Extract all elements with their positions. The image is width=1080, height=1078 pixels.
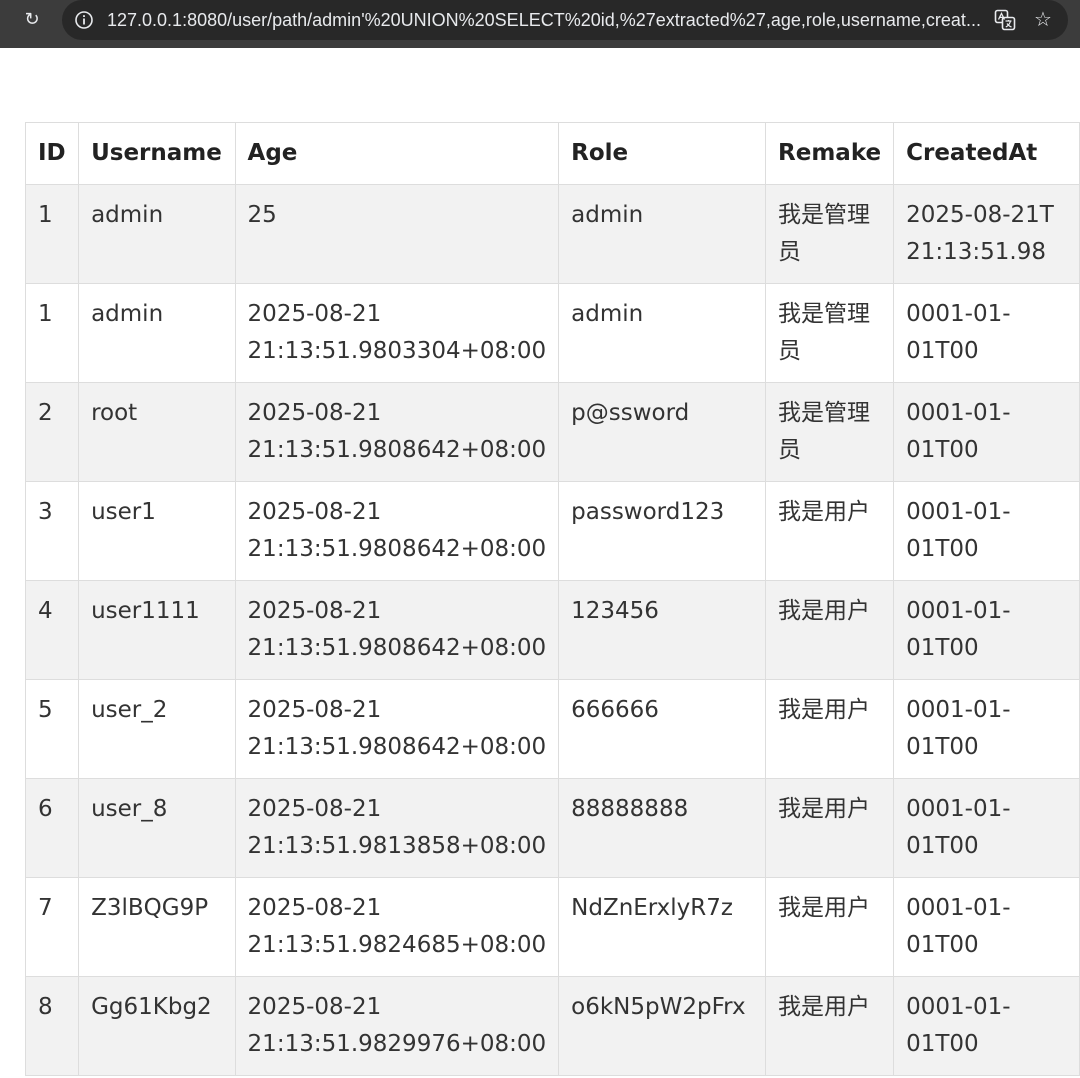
cell-username: admin — [78, 283, 236, 383]
cell-role: password123 — [558, 481, 767, 581]
cell-id: 1 — [24, 283, 80, 383]
column-header-remake: Remake — [765, 122, 895, 185]
reload-icon[interactable]: ↻ — [18, 6, 46, 34]
cell-age: 2025-08-21 21:13:51.9803304+08:00 — [234, 283, 560, 383]
address-bar[interactable]: 127.0.0.1:8080/user/path/admin'%20UNION%… — [62, 0, 1068, 40]
cell-remake: 我是管理员 — [765, 283, 895, 383]
table-row: 1 admin 25 admin 我是管理员 2025-08-21T21:13:… — [24, 184, 1080, 284]
cell-age: 2025-08-21 21:13:51.9813858+08:00 — [234, 778, 560, 878]
table-row: 4 user1111 2025-08-21 21:13:51.9808642+0… — [24, 580, 1080, 680]
cell-createdat: 0001-01-01T00 — [893, 976, 1080, 1076]
cell-remake: 我是用户 — [765, 580, 895, 680]
cell-createdat: 0001-01-01T00 — [893, 382, 1080, 482]
translate-icon[interactable] — [994, 9, 1016, 31]
cell-createdat: 0001-01-01T00 — [893, 877, 1080, 977]
url-text[interactable]: 127.0.0.1:8080/user/path/admin'%20UNION%… — [107, 8, 987, 32]
users-table: ID Username Age Role Remake CreatedAt 1 … — [24, 122, 1080, 1076]
cell-username: Z3lBQG9P — [78, 877, 236, 977]
column-header-username: Username — [78, 122, 236, 185]
cell-id: 3 — [24, 481, 80, 581]
cell-id: 8 — [24, 976, 80, 1076]
cell-remake: 我是管理员 — [765, 382, 895, 482]
cell-username: root — [78, 382, 236, 482]
cell-role: p@ssword — [558, 382, 767, 482]
cell-id: 6 — [24, 778, 80, 878]
table-header-row: ID Username Age Role Remake CreatedAt — [24, 122, 1080, 185]
bookmark-star-icon[interactable]: ☆ — [1030, 6, 1056, 32]
cell-age: 2025-08-21 21:13:51.9824685+08:00 — [234, 877, 560, 977]
table-row: 7 Z3lBQG9P 2025-08-21 21:13:51.9824685+0… — [24, 877, 1080, 977]
cell-remake: 我是管理员 — [765, 184, 895, 284]
cell-remake: 我是用户 — [765, 976, 895, 1076]
table-row: 8 Gg61Kbg2 2025-08-21 21:13:51.9829976+0… — [24, 976, 1080, 1076]
cell-createdat: 0001-01-01T00 — [893, 580, 1080, 680]
table-row: 6 user_8 2025-08-21 21:13:51.9813858+08:… — [24, 778, 1080, 878]
cell-createdat: 0001-01-01T00 — [893, 283, 1080, 383]
table-row: 2 root 2025-08-21 21:13:51.9808642+08:00… — [24, 382, 1080, 482]
cell-remake: 我是用户 — [765, 778, 895, 878]
column-header-id: ID — [24, 122, 80, 185]
cell-remake: 我是用户 — [765, 481, 895, 581]
info-icon[interactable] — [74, 10, 94, 30]
cell-createdat: 0001-01-01T00 — [893, 679, 1080, 779]
cell-id: 1 — [24, 184, 80, 284]
column-header-role: Role — [558, 122, 767, 185]
table-row: 3 user1 2025-08-21 21:13:51.9808642+08:0… — [24, 481, 1080, 581]
cell-role: NdZnErxlyR7z — [558, 877, 767, 977]
cell-age: 2025-08-21 21:13:51.9808642+08:00 — [234, 481, 560, 581]
cell-username: user1111 — [78, 580, 236, 680]
cell-role: admin — [558, 184, 767, 284]
cell-id: 4 — [24, 580, 80, 680]
cell-createdat: 2025-08-21T21:13:51.98 — [893, 184, 1080, 284]
cell-role: 88888888 — [558, 778, 767, 878]
cell-age: 2025-08-21 21:13:51.9808642+08:00 — [234, 382, 560, 482]
cell-id: 2 — [24, 382, 80, 482]
cell-age: 2025-08-21 21:13:51.9829976+08:00 — [234, 976, 560, 1076]
cell-id: 5 — [24, 679, 80, 779]
table-row: 5 user_2 2025-08-21 21:13:51.9808642+08:… — [24, 679, 1080, 779]
cell-role: 123456 — [558, 580, 767, 680]
column-header-age: Age — [234, 122, 560, 185]
table-row: 1 admin 2025-08-21 21:13:51.9803304+08:0… — [24, 283, 1080, 383]
cell-role: o6kN5pW2pFrx — [558, 976, 767, 1076]
cell-age: 2025-08-21 21:13:51.9808642+08:00 — [234, 679, 560, 779]
cell-role: admin — [558, 283, 767, 383]
cell-remake: 我是用户 — [765, 679, 895, 779]
cell-age: 25 — [234, 184, 560, 284]
cell-remake: 我是用户 — [765, 877, 895, 977]
cell-username: admin — [78, 184, 236, 284]
cell-username: user1 — [78, 481, 236, 581]
cell-username: user_8 — [78, 778, 236, 878]
cell-id: 7 — [24, 877, 80, 977]
cell-username: Gg61Kbg2 — [78, 976, 236, 1076]
cell-role: 666666 — [558, 679, 767, 779]
users-table-container: ID Username Age Role Remake CreatedAt 1 … — [24, 122, 1080, 1076]
cell-createdat: 0001-01-01T00 — [893, 778, 1080, 878]
cell-username: user_2 — [78, 679, 236, 779]
column-header-createdat: CreatedAt — [893, 122, 1080, 185]
browser-toolbar: ↻ 127.0.0.1:8080/user/path/admin'%20UNIO… — [0, 0, 1080, 48]
cell-createdat: 0001-01-01T00 — [893, 481, 1080, 581]
cell-age: 2025-08-21 21:13:51.9808642+08:00 — [234, 580, 560, 680]
